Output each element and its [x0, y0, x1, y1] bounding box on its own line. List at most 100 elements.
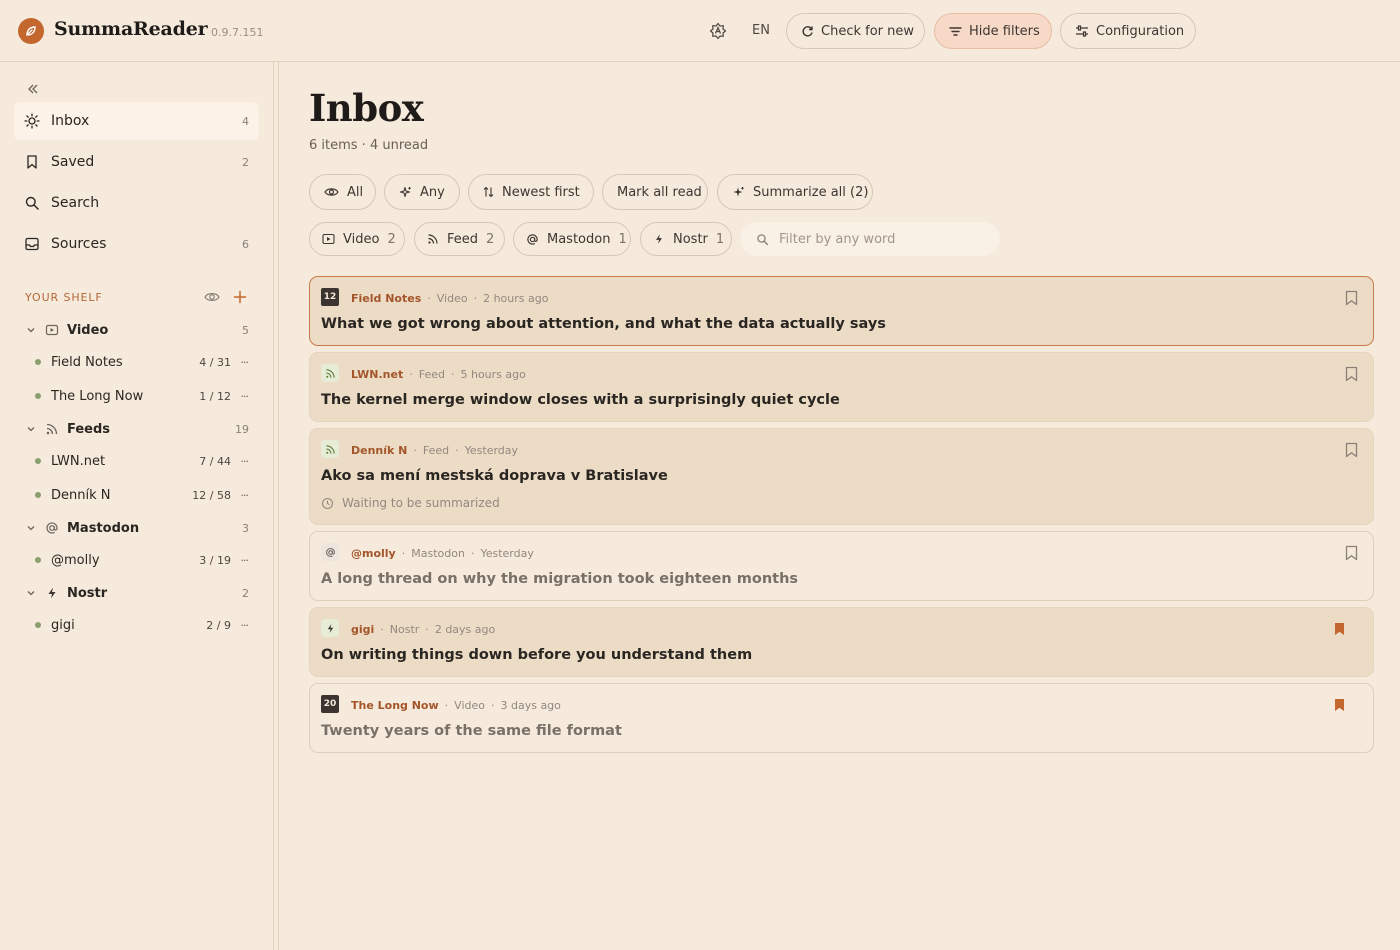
mark-all-read-button[interactable]: Mark all read: [602, 174, 708, 210]
item-type: Mastodon: [411, 547, 465, 560]
leaf-logo-icon[interactable]: [18, 18, 44, 44]
item-source[interactable]: @molly: [351, 547, 396, 560]
more-options-icon[interactable]: ···: [241, 390, 249, 403]
collapse-sidebar-icon[interactable]: [25, 81, 41, 97]
source-status-dot: [35, 458, 41, 464]
bookmark-icon[interactable]: [1345, 545, 1358, 561]
item-source[interactable]: gigi: [351, 623, 374, 636]
more-options-icon[interactable]: ···: [241, 489, 249, 502]
chevron-down-icon[interactable]: [25, 423, 37, 435]
filter-input[interactable]: Filter by any word: [740, 222, 1000, 256]
list-item[interactable]: 12 Field Notes · Video · 2 hours ago Wha…: [309, 276, 1374, 346]
item-time: 3 days ago: [500, 699, 561, 712]
item-title[interactable]: Ako sa mení mestská doprava v Bratislave: [321, 468, 668, 484]
chip-sort[interactable]: Newest first: [468, 174, 594, 210]
nav-saved[interactable]: Saved 2: [14, 143, 259, 181]
more-options-icon[interactable]: ···: [241, 554, 249, 567]
type-chip-label: Feed: [447, 231, 479, 247]
search-icon: [24, 195, 40, 211]
chip-any[interactable]: Any: [384, 174, 460, 210]
bookmark-filled-icon[interactable]: [1334, 698, 1347, 714]
item-title[interactable]: What we got wrong about attention, and w…: [321, 316, 886, 332]
source-label: LWN.net: [51, 453, 106, 469]
check-for-new-label: Check for new: [821, 23, 914, 39]
rss-icon: [427, 233, 439, 245]
shelf-source-lwn[interactable]: LWN.net 7 / 44 ···: [35, 449, 250, 473]
nav-sources[interactable]: Sources 6: [14, 225, 259, 263]
type-chip-nostr[interactable]: Nostr 1: [640, 222, 732, 256]
bookmark-icon[interactable]: [1345, 290, 1358, 306]
shelf-group-feeds[interactable]: Feeds 19: [25, 417, 250, 441]
nav-inbox[interactable]: Inbox 4: [14, 102, 259, 140]
source-count: 4 / 31: [199, 355, 231, 369]
add-source-icon[interactable]: [233, 290, 247, 304]
item-source[interactable]: The Long Now: [351, 699, 439, 712]
bookmark-icon[interactable]: [1345, 366, 1358, 382]
meta-separator: ·: [473, 292, 478, 305]
more-options-icon[interactable]: ···: [241, 356, 249, 369]
more-options-icon[interactable]: ···: [241, 619, 249, 632]
source-status-dot: [35, 492, 41, 498]
language-toggle[interactable]: EN: [741, 21, 781, 41]
item-type: Video: [436, 292, 468, 305]
shelf-source-dennik-n[interactable]: Denník N 12 / 58 ···: [35, 483, 250, 507]
source-status-dot: [35, 557, 41, 563]
group-nostr-label: Nostr: [67, 585, 108, 601]
sparkle-icon: [399, 186, 412, 199]
bolt-icon: [653, 233, 665, 245]
type-chip-video[interactable]: Video 2: [309, 222, 405, 256]
nav-inbox-label: Inbox: [51, 113, 90, 129]
nav-saved-count: 2: [242, 155, 249, 169]
list-item[interactable]: Denník N · Feed · Yesterday Ako sa mení …: [309, 428, 1374, 525]
eye-icon[interactable]: [204, 290, 220, 304]
nav-search[interactable]: Search: [14, 184, 259, 222]
app-header: SummaReader 0.9.7.151 EN Check for new H…: [0, 0, 1400, 62]
chip-all[interactable]: All: [309, 174, 376, 210]
meta-separator: ·: [413, 444, 417, 457]
configuration-button[interactable]: Configuration: [1060, 13, 1196, 49]
item-title[interactable]: Twenty years of the same file format: [321, 723, 622, 739]
meta-separator: ·: [490, 699, 495, 712]
more-options-icon[interactable]: ···: [241, 455, 249, 468]
source-status-dot: [35, 359, 41, 365]
list-item[interactable]: @molly · Mastodon · Yesterday A long thr…: [309, 531, 1374, 601]
item-title[interactable]: On writing things down before you unders…: [321, 647, 752, 663]
type-chip-count: 1: [618, 231, 627, 247]
summarize-all-button[interactable]: Summarize all (2): [717, 174, 873, 210]
chevron-down-icon[interactable]: [25, 587, 37, 599]
rss-icon: [321, 440, 339, 458]
item-title[interactable]: A long thread on why the migration took …: [321, 571, 798, 587]
chevron-down-icon[interactable]: [25, 522, 37, 534]
source-count: 7 / 44: [199, 454, 231, 468]
contrast-icon[interactable]: [706, 19, 730, 43]
item-title[interactable]: The kernel merge window closes with a su…: [321, 392, 840, 408]
item-source[interactable]: Denník N: [351, 444, 407, 457]
chevron-down-icon[interactable]: [25, 324, 37, 336]
shelf-group-mastodon[interactable]: Mastodon 3: [25, 516, 250, 540]
shelf-source-gigi[interactable]: gigi 2 / 9 ···: [35, 613, 250, 637]
shelf-source-molly[interactable]: @molly 3 / 19 ···: [35, 548, 250, 572]
item-source[interactable]: Field Notes: [351, 292, 421, 305]
bolt-icon: [45, 586, 59, 600]
item-type: Nostr: [389, 623, 420, 636]
item-meta: @molly · Mastodon · Yesterday: [351, 547, 534, 560]
type-chip-mastodon[interactable]: Mastodon 1: [513, 222, 631, 256]
type-chip-feed[interactable]: Feed 2: [414, 222, 505, 256]
summary-status-text: Waiting to be summarized: [342, 496, 500, 510]
item-source[interactable]: LWN.net: [351, 368, 403, 381]
sort-arrows-icon: [483, 186, 494, 198]
list-item[interactable]: LWN.net · Feed · 5 hours ago The kernel …: [309, 352, 1374, 422]
rss-icon: [45, 422, 59, 436]
filter-input-placeholder: Filter by any word: [779, 231, 896, 247]
shelf-group-nostr[interactable]: Nostr 2: [25, 581, 250, 605]
bookmark-icon[interactable]: [1345, 442, 1358, 458]
shelf-source-the-long-now[interactable]: The Long Now 1 / 12 ···: [35, 384, 250, 408]
list-item[interactable]: gigi · Nostr · 2 days ago On writing thi…: [309, 607, 1374, 677]
bookmark-filled-icon[interactable]: [1334, 622, 1347, 638]
shelf-source-field-notes[interactable]: Field Notes 4 / 31 ···: [35, 350, 250, 374]
hide-filters-button[interactable]: Hide filters: [934, 13, 1052, 49]
group-video-count: 5: [242, 323, 249, 337]
check-for-new-button[interactable]: Check for new: [786, 13, 925, 49]
shelf-group-video[interactable]: Video 5: [25, 318, 250, 342]
list-item[interactable]: 20 The Long Now · Video · 3 days ago Twe…: [309, 683, 1374, 753]
